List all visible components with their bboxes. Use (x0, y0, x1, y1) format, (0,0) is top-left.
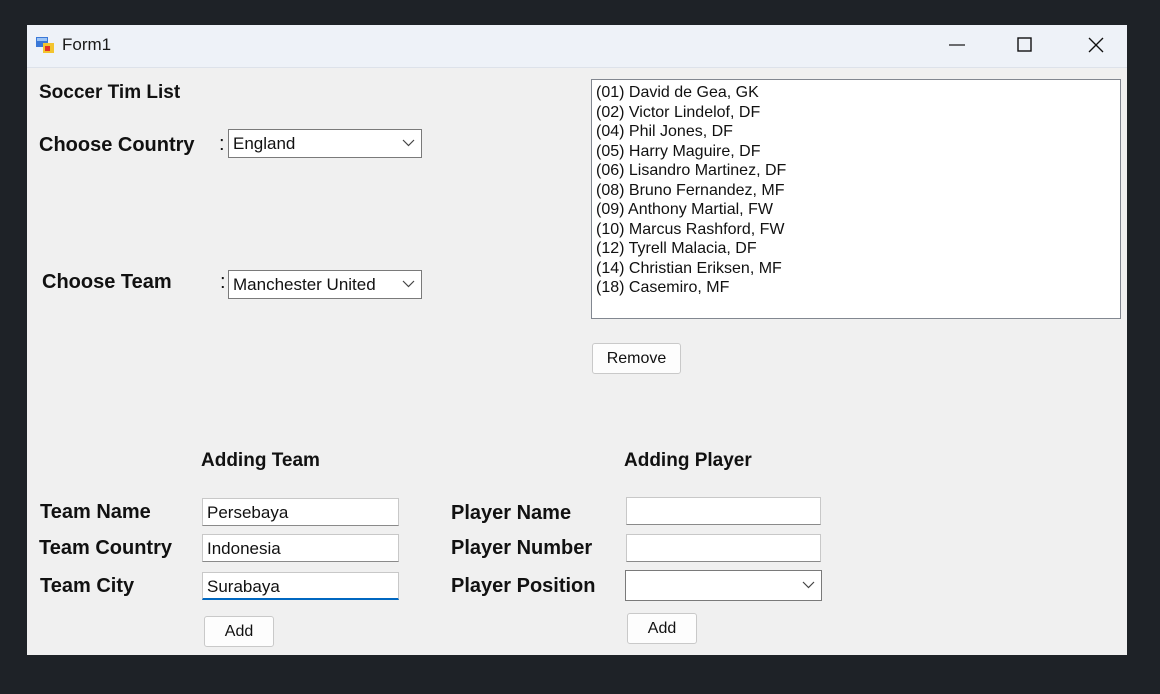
players-listbox[interactable]: (01) David de Gea, GK (02) Victor Lindelo… (591, 79, 1121, 319)
country-select[interactable]: England (228, 129, 422, 158)
list-item[interactable]: (06) Lisandro Martinez, DF (596, 161, 1116, 181)
player-number-label: Player Number (451, 537, 593, 559)
remove-button[interactable]: Remove (592, 343, 681, 374)
team-name-value: Persebaya (207, 503, 289, 522)
list-item[interactable]: (14) Christian Eriksen, MF (596, 259, 1116, 279)
country-select-value: England (233, 134, 296, 153)
close-icon (1088, 37, 1104, 53)
team-separator: : (220, 271, 226, 293)
team-select[interactable]: Manchester United (228, 270, 422, 299)
team-country-label: Team Country (39, 537, 172, 559)
title-bar: Form1 (27, 25, 1127, 68)
player-name-input[interactable] (626, 497, 821, 525)
list-item[interactable]: (12) Tyrell Malacia, DF (596, 239, 1116, 259)
chevron-down-icon (802, 581, 815, 589)
list-item[interactable]: (10) Marcus Rashford, FW (596, 220, 1116, 240)
team-city-label: Team City (40, 575, 135, 597)
main-window: Form1 Soccer Tim List Choose Country : E… (27, 25, 1127, 655)
list-item[interactable]: (18) Casemiro, MF (596, 278, 1116, 298)
add-team-button[interactable]: Add (204, 616, 274, 647)
list-item[interactable]: (09) Anthony Martial, FW (596, 200, 1116, 220)
maximize-button[interactable] (990, 25, 1060, 65)
list-item[interactable]: (08) Bruno Fernandez, MF (596, 181, 1116, 201)
add-player-button[interactable]: Add (627, 613, 697, 644)
player-position-label: Player Position (451, 575, 596, 597)
window-title: Form1 (62, 35, 112, 54)
minimize-icon (949, 44, 965, 46)
list-item[interactable]: (04) Phil Jones, DF (596, 122, 1116, 142)
chevron-down-icon (402, 280, 415, 288)
adding-player-header: Adding Player (624, 450, 752, 471)
list-item[interactable]: (02) Victor Lindelof, DF (596, 103, 1116, 123)
player-position-select[interactable] (625, 570, 822, 601)
list-item[interactable]: (01) David de Gea, GK (596, 83, 1116, 103)
list-item[interactable]: (05) Harry Maguire, DF (596, 142, 1116, 162)
team-city-value: Surabaya (207, 577, 280, 596)
team-city-input[interactable]: Surabaya (202, 572, 399, 600)
team-name-input[interactable]: Persebaya (202, 498, 399, 526)
player-name-label: Player Name (451, 502, 572, 524)
app-icon (36, 37, 54, 53)
team-country-input[interactable]: Indonesia (202, 534, 399, 562)
minimize-button[interactable] (922, 25, 992, 65)
choose-country-label: Choose Country (39, 134, 195, 156)
team-select-value: Manchester United (233, 275, 376, 294)
player-number-input[interactable] (626, 534, 821, 562)
page-title: Soccer Tim List (39, 82, 181, 103)
chevron-down-icon (402, 139, 415, 147)
maximize-icon (1017, 37, 1032, 52)
team-name-label: Team Name (40, 501, 151, 523)
close-button[interactable] (1061, 25, 1127, 65)
country-separator: : (219, 133, 225, 155)
team-country-value: Indonesia (207, 539, 281, 558)
choose-team-label: Choose Team (42, 271, 172, 293)
adding-team-header: Adding Team (201, 450, 320, 471)
